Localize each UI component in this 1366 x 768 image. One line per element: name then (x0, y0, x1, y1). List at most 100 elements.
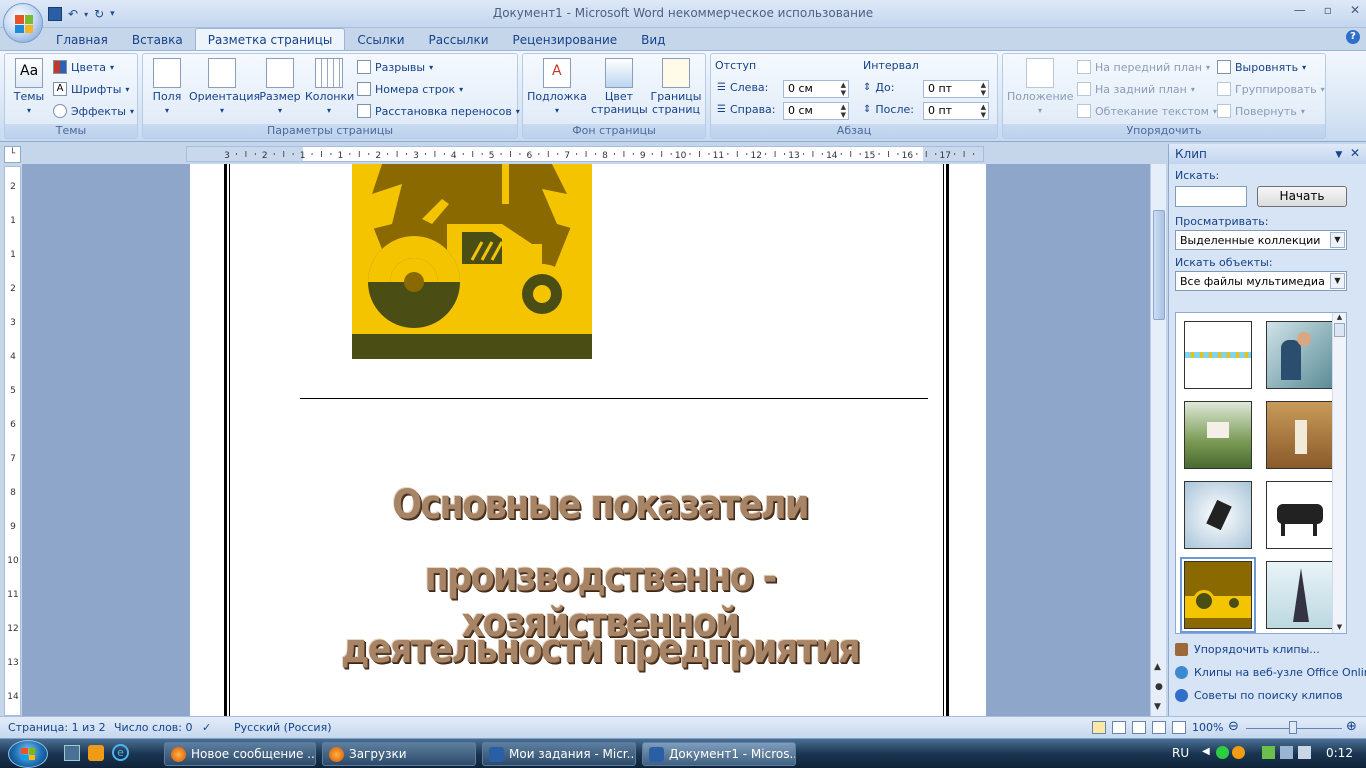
tab-mailings[interactable]: Рассылки (417, 29, 501, 50)
prev-page-icon[interactable]: ▲ (1154, 662, 1161, 672)
search-go-button[interactable]: Начать (1257, 186, 1347, 207)
pane-close-icon[interactable]: ✕ (1350, 146, 1360, 160)
gallery-scrollbar[interactable]: ▲ ▼ (1332, 313, 1346, 633)
breaks-button[interactable]: Разрывы ▾ (357, 58, 433, 76)
tray-expand-icon[interactable]: ◀ (1202, 746, 1210, 757)
clip-runner[interactable] (1184, 481, 1252, 549)
clip-house-pond[interactable] (1184, 401, 1252, 469)
volume-icon[interactable] (1298, 746, 1311, 759)
clip-scientist[interactable] (1266, 321, 1334, 389)
indent-right-input[interactable]: 0 см ▲ ▼ (783, 102, 849, 120)
hyphenation-button[interactable]: Расстановка переносов ▾ (357, 102, 520, 120)
spacing-before-input[interactable]: 0 пт ▲ ▼ (923, 80, 989, 98)
zoom-out-icon[interactable]: ⊖ (1228, 719, 1239, 734)
browse-select[interactable]: Выделенные коллекции ▼ (1175, 230, 1347, 250)
maximize-icon[interactable]: ▫ (1324, 3, 1332, 17)
align-button[interactable]: Выровнять ▾ (1217, 58, 1306, 76)
tractor-clipart[interactable] (352, 164, 592, 359)
tab-selector[interactable]: └ (4, 146, 21, 163)
internet-explorer-icon[interactable]: e (112, 744, 129, 761)
theme-colors-button[interactable]: Цвета ▾ (53, 58, 114, 76)
next-page-icon[interactable]: ▼ (1154, 702, 1161, 712)
icq-icon[interactable] (1216, 746, 1229, 759)
tray-app-icon[interactable] (1262, 746, 1275, 759)
page-color-button[interactable]: Цвет страницы (591, 58, 648, 116)
word-count[interactable]: Число слов: 0 (114, 721, 193, 734)
page-borders-button[interactable]: Границы страниц (649, 58, 703, 116)
zoom-in-icon[interactable]: ⊕ (1346, 719, 1357, 734)
help-icon[interactable]: ? (1346, 30, 1360, 44)
full-screen-reading-icon[interactable] (1112, 721, 1126, 734)
office-online-link[interactable]: Клипы на веб-узле Office Online (1175, 666, 1366, 679)
themes-button[interactable]: Aa Темы ▾ (9, 58, 49, 117)
clip-eiffel-tower[interactable] (1266, 561, 1334, 629)
columns-button[interactable]: Колонки ▾ (305, 58, 354, 117)
clip-tractor[interactable] (1180, 557, 1256, 633)
agent-icon[interactable] (1232, 746, 1245, 759)
spin-arrows-icon[interactable]: ▲ ▼ (981, 81, 986, 97)
spin-arrows-icon[interactable]: ▲ ▼ (841, 81, 846, 97)
search-tips-link[interactable]: Советы по поиску клипов (1175, 689, 1343, 702)
zoom-slider-thumb[interactable] (1289, 721, 1297, 734)
browse-object-icon[interactable]: ● (1155, 682, 1163, 692)
organize-clips-link[interactable]: Упорядочить клипы... (1175, 643, 1320, 656)
draft-icon[interactable] (1172, 721, 1186, 734)
wordart-heading-line-1[interactable]: Основные показатели (292, 482, 908, 528)
clip-search-input[interactable] (1175, 186, 1247, 207)
tab-references[interactable]: Ссылки (345, 29, 416, 50)
web-layout-icon[interactable] (1132, 721, 1146, 734)
theme-effects-button[interactable]: Эффекты ▾ (53, 102, 134, 120)
tab-insert[interactable]: Вставка (120, 29, 195, 50)
clip-church-trees[interactable] (1266, 401, 1334, 469)
indent-left-input[interactable]: 0 см ▲ ▼ (783, 80, 849, 98)
clip-cow[interactable] (1266, 481, 1334, 549)
office-button[interactable] (3, 3, 43, 43)
language-indicator[interactable]: Русский (Россия) (234, 721, 332, 734)
zoom-level[interactable]: 100% (1192, 721, 1223, 734)
taskbar-item-document1[interactable]: Документ1 - Micros... (642, 742, 796, 766)
types-select[interactable]: Все файлы мультимедиа ▼ (1175, 271, 1347, 291)
show-desktop-icon[interactable] (64, 745, 80, 761)
spin-arrows-icon[interactable]: ▲ ▼ (981, 103, 986, 119)
wordart-heading-line-3[interactable]: деятельности предприятия (292, 626, 908, 672)
horizontal-ruler[interactable]: 3 2 1 1 2 3 4 5 6 7 8 9 10 11 12 13 14 15 16 17 (186, 146, 984, 162)
document-scrollbar[interactable]: ▲ ● ▼ (1150, 164, 1166, 716)
start-button[interactable] (8, 740, 48, 768)
clock[interactable]: 0:12 (1326, 746, 1353, 760)
page-count[interactable]: Страница: 1 из 2 (8, 721, 106, 734)
size-button[interactable]: Размер ▾ (259, 58, 301, 117)
position-button[interactable]: Положение ▾ (1007, 58, 1074, 117)
close-icon[interactable]: ✕ (1350, 3, 1360, 17)
scrollbar-thumb[interactable] (1153, 210, 1165, 320)
spelling-check-icon[interactable]: ✓ (202, 721, 211, 734)
network-icon[interactable] (1280, 746, 1293, 759)
pane-menu-icon[interactable]: ▼ (1335, 150, 1342, 160)
taskbar-item-my-tasks[interactable]: Мои задания - Micr... (482, 742, 636, 766)
bring-front-button[interactable]: На передний план ▾ (1077, 58, 1210, 76)
tab-review[interactable]: Рецензирование (501, 29, 630, 50)
minimize-icon[interactable]: — (1294, 3, 1306, 17)
spin-arrows-icon[interactable]: ▲ ▼ (841, 103, 846, 119)
orientation-button[interactable]: Ориентация ▾ (189, 58, 260, 117)
spacing-after-input[interactable]: 0 пт ▲ ▼ (923, 102, 989, 120)
vertical-ruler[interactable]: 21123456789101112131415 (4, 166, 21, 716)
watermark-button[interactable]: A Подложка ▾ (527, 58, 587, 117)
tab-home[interactable]: Главная (44, 29, 120, 50)
media-player-icon[interactable] (88, 745, 104, 761)
print-layout-icon[interactable] (1092, 721, 1106, 734)
text-wrap-button[interactable]: Обтекание текстом ▾ (1077, 102, 1217, 120)
tab-page-layout[interactable]: Разметка страницы (194, 28, 346, 50)
theme-fonts-button[interactable]: A Шрифты ▾ (53, 80, 129, 98)
send-back-button[interactable]: На задний план ▾ (1077, 80, 1195, 98)
clip-border-ribbon[interactable] (1184, 321, 1252, 389)
outline-icon[interactable] (1152, 721, 1166, 734)
dropdown-arrow-icon[interactable]: ▼ (1330, 232, 1345, 248)
dropdown-arrow-icon[interactable]: ▼ (1330, 273, 1345, 289)
taskbar-item-downloads[interactable]: Загрузки (322, 742, 476, 766)
tab-view[interactable]: Вид (629, 29, 677, 50)
document-page[interactable]: Основные показатели производственно - хо… (190, 164, 986, 716)
line-numbers-button[interactable]: Номера строк ▾ (357, 80, 463, 98)
group-button[interactable]: Группировать ▾ (1217, 80, 1325, 98)
margins-button[interactable]: Поля ▾ (149, 58, 185, 117)
taskbar-item-new-message[interactable]: Новое сообщение ... (164, 742, 316, 766)
